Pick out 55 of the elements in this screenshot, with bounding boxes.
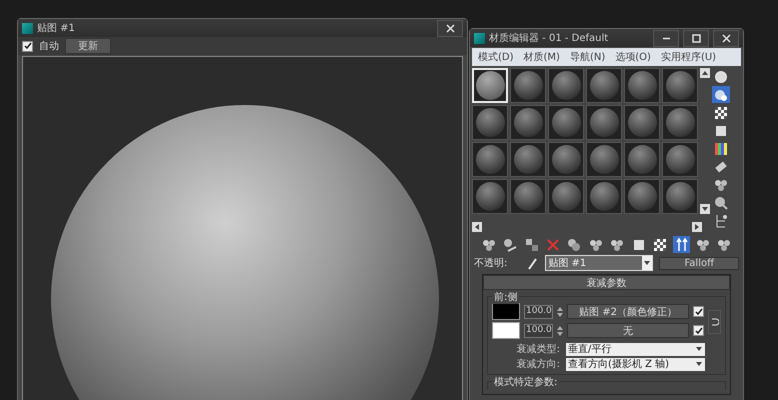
scroll-left-button[interactable] — [472, 222, 482, 232]
scroll-down-button[interactable] — [700, 204, 710, 214]
close-button[interactable] — [437, 20, 463, 36]
field-label: 衰减类型: — [516, 342, 560, 356]
field-label: 衰减方向: — [516, 358, 560, 371]
checker-icon[interactable] — [651, 236, 669, 253]
spinner-down-icon[interactable] — [557, 331, 563, 336]
map-button[interactable]: 无 — [567, 323, 689, 338]
update-button[interactable]: 更新 — [65, 38, 111, 54]
color-swatch[interactable] — [492, 322, 520, 339]
window-title: 贴图 #1 — [37, 22, 76, 35]
amount-field[interactable]: 100.0 — [524, 324, 553, 338]
sphere-arrow-icon[interactable] — [501, 236, 519, 253]
map-name-dropdown[interactable]: 贴图 #1 — [545, 255, 654, 271]
color-swatch[interactable] — [492, 303, 520, 320]
menu-item[interactable]: 选项(O) — [615, 50, 651, 64]
app-logo-icon — [22, 22, 33, 34]
group-label: 模式特定参数: — [492, 375, 560, 389]
map-checkbox[interactable] — [693, 325, 704, 336]
menu-item[interactable]: 材质(M) — [524, 50, 560, 64]
map-button[interactable]: 贴图 #2（颜色修正） — [567, 304, 689, 319]
minimize-button[interactable] — [653, 30, 679, 46]
checker-icon[interactable] — [712, 104, 730, 121]
amount-field[interactable]: 100.0 — [524, 304, 553, 318]
group-label: 前:侧 — [492, 290, 520, 304]
rollout-header[interactable]: 衰减参数 — [483, 275, 730, 290]
window-title: 材质编辑器 - 01 - Default — [489, 32, 610, 45]
sphere-icon[interactable] — [712, 68, 730, 85]
close-button[interactable] — [713, 30, 739, 46]
close-icon — [722, 34, 730, 42]
swap-icon[interactable] — [708, 310, 721, 334]
type-dropdown[interactable]: 垂直/平行 — [566, 342, 705, 356]
menu-item[interactable]: 导航(N) — [570, 50, 606, 64]
spinner-up-icon[interactable] — [557, 306, 563, 311]
app-logo-icon — [474, 32, 485, 44]
color-bars-icon[interactable] — [712, 140, 730, 157]
magnify-icon[interactable] — [712, 194, 730, 211]
up-arrows-icon[interactable] — [672, 236, 690, 253]
checkbox-label: 自动 — [39, 40, 59, 53]
spinner-down-icon[interactable] — [557, 312, 563, 317]
menu-item[interactable]: 模式(D) — [478, 50, 514, 64]
type-dropdown[interactable]: 查看方向(摄影机 Z 轴) — [566, 358, 705, 370]
auto-checkbox[interactable] — [22, 40, 33, 52]
map-type-button[interactable]: Falloff — [659, 256, 739, 270]
minimize-icon — [662, 36, 670, 40]
spinner-up-icon[interactable] — [557, 325, 563, 330]
maximize-icon — [692, 34, 700, 42]
maximize-button[interactable] — [683, 30, 709, 46]
menu-item[interactable]: 实用程序(U) — [660, 50, 716, 64]
map-checkbox[interactable] — [693, 306, 704, 317]
opacity-label: 不透明: — [474, 256, 508, 270]
eyedropper-icon[interactable] — [527, 256, 540, 270]
scroll-up-button[interactable] — [700, 68, 710, 78]
close-icon — [446, 24, 454, 32]
scroll-right-button[interactable] — [692, 222, 702, 232]
